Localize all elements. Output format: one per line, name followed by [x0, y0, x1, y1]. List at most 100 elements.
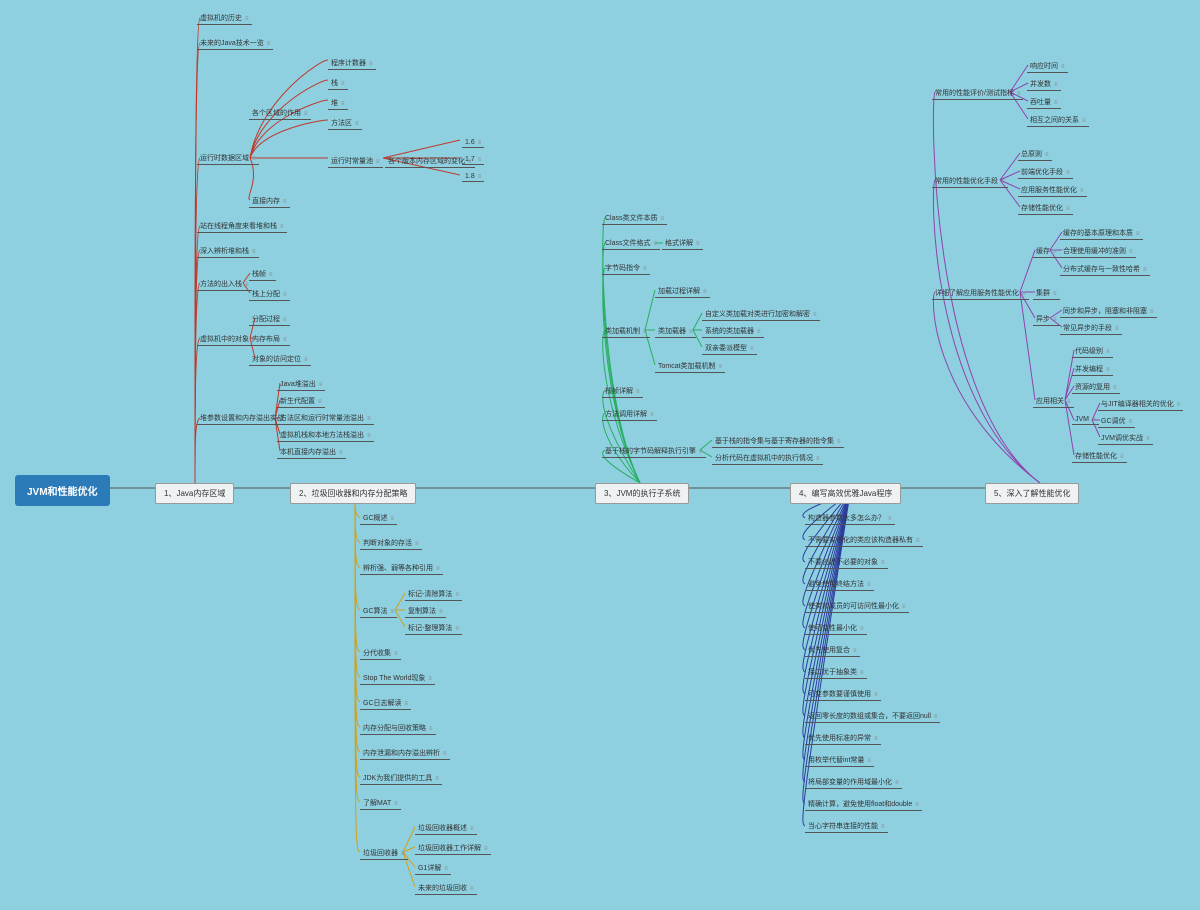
mindmap-node[interactable]: 未来的Java技术一览	[197, 37, 273, 50]
mindmap-node[interactable]: 基于栈的指令集与基于寄存器的指令集	[712, 435, 844, 448]
mindmap-node[interactable]: 垃圾回收器概述	[415, 822, 477, 835]
main-branch-2[interactable]: 2、垃圾回收器和内存分配策略	[290, 483, 416, 504]
mindmap-node[interactable]: 未来的垃圾回收	[415, 882, 477, 895]
mindmap-node[interactable]: 堆参数设置和内存溢出实战	[197, 412, 294, 425]
mindmap-node[interactable]: JVM调优实战	[1098, 432, 1153, 445]
mindmap-node[interactable]: 运行时常量池	[328, 155, 383, 168]
mindmap-node[interactable]: 分析代码在虚拟机中的执行情况	[712, 452, 823, 465]
mindmap-node[interactable]: 前端优化手段	[1018, 166, 1073, 179]
mindmap-node[interactable]: 自定义类加载对类进行加密和解密	[702, 308, 820, 321]
mindmap-node[interactable]: 垃圾回收器	[360, 847, 408, 860]
mindmap-node[interactable]: 加载过程详解	[655, 285, 710, 298]
mindmap-node[interactable]: 堆	[328, 97, 348, 110]
mindmap-node[interactable]: 合理使用缓冲的准则	[1060, 245, 1136, 258]
mindmap-node[interactable]: 分代收集	[360, 647, 401, 660]
mindmap-node[interactable]: 优先使用复合	[805, 644, 860, 657]
mindmap-node[interactable]: 1.8	[462, 172, 484, 182]
mindmap-node[interactable]: 精确计算，避免使用float和double	[805, 798, 922, 811]
mindmap-node[interactable]: 1.7	[462, 155, 484, 165]
mindmap-node[interactable]: 对象的访问定位	[249, 353, 311, 366]
mindmap-node[interactable]: 判断对象的存活	[360, 537, 422, 550]
mindmap-node[interactable]: 类加载器	[655, 325, 696, 338]
mindmap-node[interactable]: 避免使用终结方法	[805, 578, 874, 591]
mindmap-node[interactable]: 总原则	[1018, 148, 1052, 161]
root-node[interactable]: JVM和性能优化	[15, 475, 110, 506]
mindmap-node[interactable]: 异步	[1033, 313, 1060, 326]
mindmap-node[interactable]: 存储性能优化	[1018, 202, 1073, 215]
mindmap-node[interactable]: 虚拟机栈和本地方法栈溢出	[277, 429, 374, 442]
mindmap-node[interactable]: 栈上分配	[249, 288, 290, 301]
mindmap-node[interactable]: 栈帧详解	[602, 385, 643, 398]
mindmap-node[interactable]: 用枚举代替int常量	[805, 754, 874, 767]
mindmap-node[interactable]: 资源的复用	[1072, 381, 1120, 394]
mindmap-node[interactable]: Tomcat类加载机制	[655, 360, 725, 373]
mindmap-node[interactable]: 常用的性能评价/测试指标	[932, 87, 1023, 100]
mindmap-node[interactable]: 当心字符串连接的性能	[805, 820, 888, 833]
mindmap-node[interactable]: 栈	[328, 77, 348, 90]
mindmap-node[interactable]: 运行时数据区域	[197, 152, 259, 165]
mindmap-node[interactable]: 站在线程角度来看堆和栈	[197, 220, 287, 233]
mindmap-node[interactable]: 标记-清除算法	[405, 588, 462, 601]
mindmap-node[interactable]: GC算法	[360, 605, 397, 618]
mindmap-node[interactable]: 常用的性能优化手段	[932, 175, 1008, 188]
mindmap-node[interactable]: Class类文件本质	[602, 212, 667, 225]
mindmap-node[interactable]: 不需要实例化的类应该构造器私有	[805, 534, 923, 547]
mindmap-node[interactable]: 标记-整理算法	[405, 622, 462, 635]
mindmap-node[interactable]: 与JIT编译器相关的优化	[1098, 398, 1183, 411]
mindmap-node[interactable]: 内存泄漏和内存溢出辨析	[360, 747, 450, 760]
mindmap-node[interactable]: 缓存	[1033, 245, 1060, 258]
mindmap-node[interactable]: 各个区域的作用	[249, 107, 311, 120]
mindmap-node[interactable]: JVM	[1072, 415, 1099, 425]
mindmap-node[interactable]: 本机直接内存溢出	[277, 446, 346, 459]
mindmap-node[interactable]: Stop The World现象	[360, 672, 435, 685]
mindmap-node[interactable]: 存储性能优化	[1072, 450, 1127, 463]
mindmap-node[interactable]: 吞吐量	[1027, 96, 1061, 109]
mindmap-node[interactable]: 构造器参数太多怎么办？	[805, 512, 895, 525]
mindmap-node[interactable]: 内存分配与回收策略	[360, 722, 436, 735]
mindmap-node[interactable]: 深入辨析堆和栈	[197, 245, 259, 258]
mindmap-node[interactable]: 方法区	[328, 117, 362, 130]
mindmap-node[interactable]: GC日志解读	[360, 697, 411, 710]
mindmap-node[interactable]: 常见异步的手段	[1060, 322, 1122, 335]
mindmap-node[interactable]: 复制算法	[405, 605, 446, 618]
mindmap-node[interactable]: 缓存的基本原理和本质	[1060, 227, 1143, 240]
mindmap-node[interactable]: 优先使用标准的异常	[805, 732, 881, 745]
mindmap-node[interactable]: 并发数	[1027, 78, 1061, 91]
mindmap-node[interactable]: 应用服务性能优化	[1018, 184, 1087, 197]
mindmap-node[interactable]: 代码级别	[1072, 345, 1113, 358]
mindmap-node[interactable]: 1.6	[462, 138, 484, 148]
mindmap-node[interactable]: 应用相关	[1033, 395, 1074, 408]
mindmap-node[interactable]: Class文件格式	[602, 237, 660, 250]
mindmap-node[interactable]: 方法调用详解	[602, 408, 657, 421]
mindmap-node[interactable]: 将局部变量的作用域最小化	[805, 776, 902, 789]
mindmap-node[interactable]: 详细了解应用服务性能优化	[932, 287, 1029, 300]
mindmap-node[interactable]: 程序计数器	[328, 57, 376, 70]
mindmap-node[interactable]: 可变参数要谨慎使用	[805, 688, 881, 701]
mindmap-node[interactable]: 使类和成员的可访问性最小化	[805, 600, 909, 613]
main-branch-3[interactable]: 3、JVM的执行子系统	[595, 483, 689, 504]
mindmap-node[interactable]: 接口优于抽象类	[805, 666, 867, 679]
mindmap-node[interactable]: 相互之间的关系	[1027, 114, 1089, 127]
mindmap-node[interactable]: 虚拟机中的对象	[197, 333, 259, 346]
mindmap-node[interactable]: JDK为我们提供的工具	[360, 772, 442, 785]
mindmap-node[interactable]: GC概述	[360, 512, 397, 525]
mindmap-node[interactable]: 并发编程	[1072, 363, 1113, 376]
mindmap-node[interactable]: 分配过程	[249, 313, 290, 326]
mindmap-node[interactable]: 栈帧	[249, 268, 276, 281]
mindmap-node[interactable]: 字节码指令	[602, 262, 650, 275]
mindmap-node[interactable]: 了解MAT	[360, 797, 401, 810]
main-branch-5[interactable]: 5、深入了解性能优化	[985, 483, 1079, 504]
mindmap-node[interactable]: 使可变性最小化	[805, 622, 867, 635]
mindmap-node[interactable]: 方法的出入栈	[197, 278, 252, 291]
main-branch-1[interactable]: 1、Java内存区域	[155, 483, 234, 504]
mindmap-node[interactable]: 响应时间	[1027, 60, 1068, 73]
mindmap-node[interactable]: 分布式缓存与一致性哈希	[1060, 263, 1150, 276]
mindmap-node[interactable]: 格式详解	[662, 237, 703, 250]
mindmap-node[interactable]: 垃圾回收器工作详解	[415, 842, 491, 855]
mindmap-node[interactable]: 基于栈的字节码解释执行引擎	[602, 445, 706, 458]
mindmap-node[interactable]: 虚拟机的历史	[197, 12, 252, 25]
mindmap-node[interactable]: 不要创建不必要的对象	[805, 556, 888, 569]
mindmap-node[interactable]: G1详解	[415, 862, 451, 875]
main-branch-4[interactable]: 4、编写高效优雅Java程序	[790, 483, 901, 504]
mindmap-node[interactable]: Java堆溢出	[277, 378, 325, 391]
